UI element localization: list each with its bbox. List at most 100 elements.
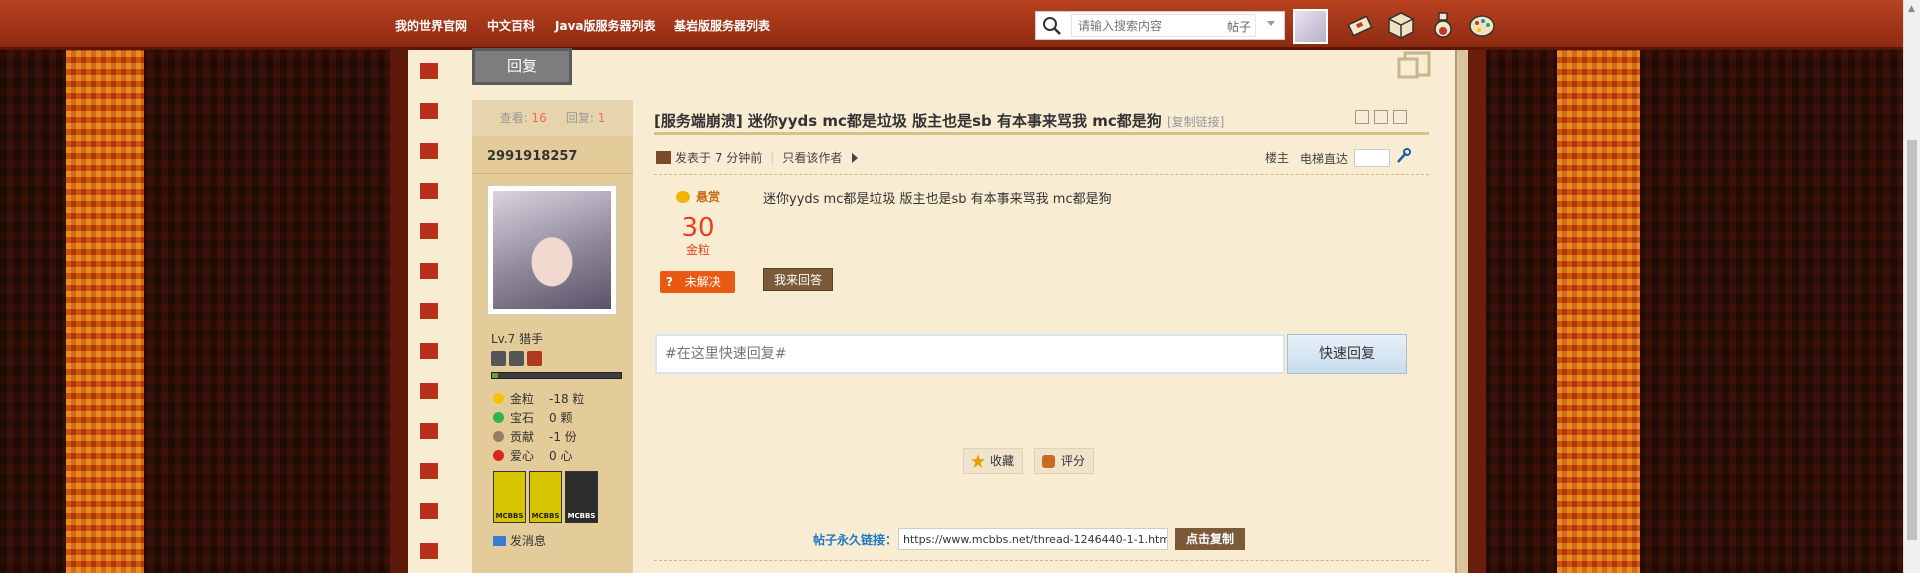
quick-reply-input[interactable] [657,336,1283,372]
minecart-icon [491,351,506,366]
star-icon [971,454,985,468]
page-scrollbar[interactable]: ▲ [1903,0,1920,573]
copy-permalink-button[interactable]: 点击复制 [1175,528,1245,550]
minecart-icon [527,351,542,366]
frame-pillar-left [390,0,408,573]
minecart-icon [509,351,524,366]
permalink-field[interactable] [898,528,1168,550]
attr-gold: 金粒 -18 粒 [493,390,584,407]
palette-icon[interactable] [1467,10,1497,40]
search-type-select[interactable]: 帖子 [1227,18,1275,35]
apple-icon [493,450,504,461]
pickaxe-medal-icon[interactable]: MCBBS [493,471,526,523]
elevator-label: 电梯直达 [1300,151,1349,166]
quick-reply-button[interactable]: 快速回复 [1287,334,1407,374]
print-icon[interactable] [1355,110,1369,124]
attr-contribution: 贡献 -1 份 [493,428,577,445]
attr-label: 贡献 [510,430,535,444]
wrench-icon[interactable] [1395,148,1411,164]
attr-value: 0 颗 [549,411,573,425]
bounty-amount: 30 [681,213,715,243]
crafting-table-icon[interactable] [1386,10,1416,40]
lava-column-left [66,0,144,573]
user-avatar[interactable] [1293,9,1328,44]
gold-nugget-icon [493,393,504,404]
scroll-up-icon[interactable]: ▲ [1908,4,1915,14]
attr-value: 0 心 [549,449,573,463]
top-navbar: 我的世界官网 中文百科 Java版服务器列表 基岩版服务器列表 帖子 [0,0,1903,50]
thumbs-up-icon [1042,454,1055,468]
attr-label: 金粒 [510,392,535,406]
chevron-down-icon [1267,21,1275,26]
next-thread-icon[interactable] [1393,110,1407,124]
nav-link-java-servers[interactable]: Java版服务器列表 [555,17,655,34]
lava-column-right [1557,0,1640,573]
title-tools [1355,110,1407,124]
meta-separator: | [770,150,775,165]
views-label: 查看: [499,111,528,125]
replies-label: 回复: [565,111,594,125]
thread-stats: 查看: 16 回复: 1 [472,100,633,136]
frame-right-rail [1455,50,1468,573]
author-username[interactable]: 2991918257 [487,149,577,164]
potion-icon[interactable] [1428,10,1458,40]
bounty-heading: 悬赏 [660,188,736,205]
search-type-label: 帖子 [1227,20,1252,34]
scrollbar-thumb[interactable] [1907,140,1917,540]
level-icons [491,351,542,366]
post-time: 发表于 7 分钟前 [675,151,763,165]
cookie-icon [493,431,504,442]
elevator-input[interactable] [1354,149,1391,167]
author-avatar[interactable] [487,185,617,315]
favorite-label: 收藏 [990,454,1015,468]
experience-bar-fill [492,373,499,378]
author-level: Lv.7 猎手 [491,332,544,346]
bounty-unit: 金粒 [685,243,710,257]
skeleton-medal-icon[interactable]: MCBBS [565,471,598,523]
frame-decorative-border [420,50,438,573]
bounty-label: 悬赏 [695,190,720,204]
floor-label: 楼主 [1265,151,1290,165]
back-to-list-icon[interactable] [1395,49,1433,81]
nav-link-bedrock-servers[interactable]: 基岩版服务器列表 [674,17,770,34]
unsolved-label: 未解决 [684,275,721,289]
previous-thread-icon[interactable] [1374,110,1388,124]
chevron-right-icon[interactable] [852,152,859,163]
nav-link-wiki[interactable]: 中文百科 [487,17,535,34]
send-message-label: 发消息 [510,534,547,548]
only-author-link[interactable]: 只看该作者 [782,149,842,166]
answer-button[interactable]: 我来回答 [763,268,833,291]
copy-link-button[interactable]: [复制链接] [1167,115,1224,129]
experience-bar [491,372,622,379]
gold-coin-icon [675,190,690,203]
send-message-link[interactable]: 发消息 [493,532,546,549]
medal-list: MCBBS MCBBS MCBBS [493,471,598,523]
attr-value: -1 份 [549,430,577,444]
reply-button[interactable]: 回复 [472,48,572,85]
post-body: 迷你yyds mc都是垃圾 版主也是sb 有本事来骂我 mc都是狗 [763,192,1112,207]
elevator-jump: 电梯直达 [1300,149,1391,167]
search-box: 帖子 [1035,11,1285,40]
post-meta: 发表于 7 分钟前 | 只看该作者 [656,149,859,166]
replies-count: 1 [597,111,606,125]
thread-title: [服务端崩溃] 迷你yyds mc都是垃圾 版主也是sb 有本事来骂我 mc都是… [654,110,1224,131]
attr-gem: 宝石 0 颗 [493,409,572,426]
title-divider [654,132,1429,135]
bottom-divider [654,560,1429,561]
unsolved-badge: ? 未解决 [660,271,735,293]
pickaxe-medal-icon[interactable]: MCBBS [529,471,562,523]
attr-label: 爱心 [510,449,535,463]
search-icon[interactable] [1042,16,1062,36]
rate-label: 评分 [1061,454,1086,468]
notification-icon[interactable] [1345,10,1375,40]
attr-value: -18 粒 [549,392,585,406]
emerald-icon [493,412,504,423]
rate-button[interactable]: 评分 [1034,448,1094,474]
favorite-button[interactable]: 收藏 [963,448,1023,474]
meta-divider [654,174,1429,175]
permalink-label: 帖子永久链接： [813,533,898,547]
mail-icon [493,535,506,546]
avatar-image [493,191,611,309]
nav-link-official-site[interactable]: 我的世界官网 [395,17,467,34]
author-online-icon [656,151,671,164]
